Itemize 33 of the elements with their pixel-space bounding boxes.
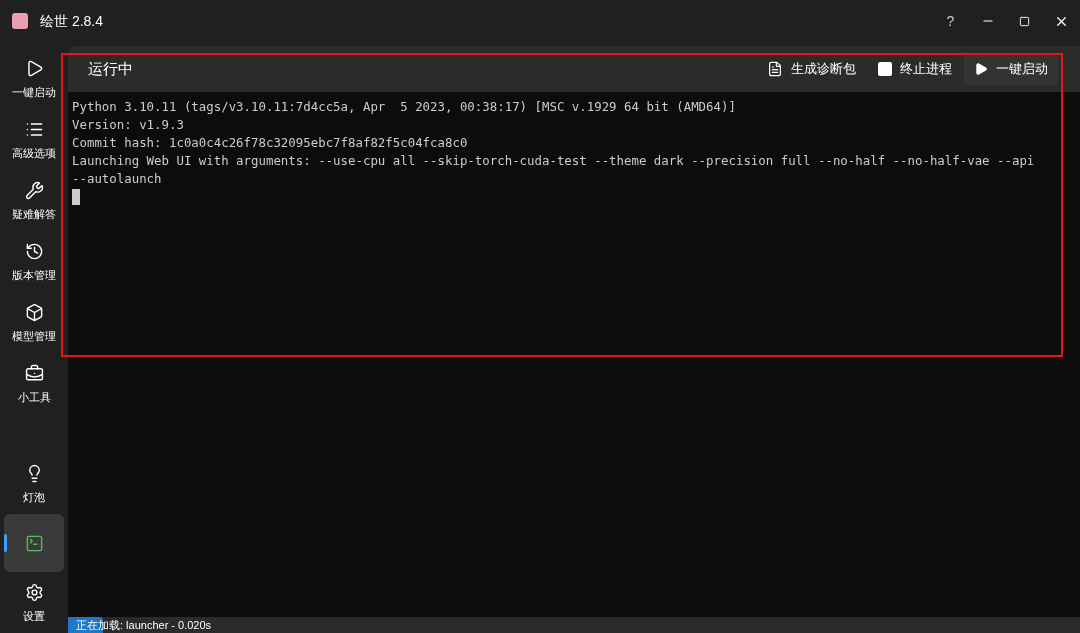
console-line: Commit hash: 1c0a0c4c26f78c32095ebc7f8af82f5c04fca8c0 <box>72 134 468 152</box>
console-line: Version: v1.9.3 <box>72 116 184 134</box>
selection-indicator <box>4 534 7 552</box>
toolbar-button[interactable]: 终止进程 <box>868 53 962 85</box>
cube-icon <box>24 303 44 322</box>
sidebar-item[interactable]: 一键启动 <box>4 48 64 109</box>
maximize-icon <box>1019 15 1030 27</box>
sidebar-item[interactable]: 灯泡 <box>4 453 64 514</box>
status-title: 运行中 <box>88 58 133 79</box>
list-icon <box>24 120 44 139</box>
console-line: --autolaunch <box>72 170 162 188</box>
sidebar-item[interactable]: 小工具 <box>4 353 64 414</box>
sidebar-item[interactable] <box>4 514 64 572</box>
toolbox-icon <box>24 364 44 383</box>
sidebar-item[interactable]: 模型管理 <box>4 292 64 353</box>
square-icon <box>878 62 892 76</box>
play-icon <box>974 62 988 76</box>
sidebar-item[interactable]: 版本管理 <box>4 231 64 292</box>
toolbar-button[interactable]: 生成诊断包 <box>757 53 866 85</box>
window-title: 绘世 2.8.4 <box>40 11 104 31</box>
sidebar-item[interactable]: 高级选项 <box>4 109 64 170</box>
sidebar-item[interactable]: 设置 <box>4 572 64 633</box>
console-line: Launching Web UI with arguments: --use-cpu all --skip-torch-cuda-test --theme dark --precision full --no-half --no-half-vae --api <box>72 152 1035 170</box>
document-icon <box>767 61 783 77</box>
terminal-icon <box>24 533 44 553</box>
app-logo-icon <box>12 13 28 29</box>
sidebar-item[interactable]: 疑难解答 <box>4 170 64 231</box>
help-button[interactable]: ? <box>932 5 969 37</box>
settings-icon <box>24 583 44 602</box>
history-icon <box>24 242 44 261</box>
toolbar-button[interactable]: 一键启动 <box>964 53 1058 85</box>
console-line: Python 3.10.11 (tags/v3.10.11:7d4cc5a, Apr 5 2023, 00:38:17) [MSC v.1929 64 bit (AMD64)] <box>72 98 736 116</box>
tools-icon <box>24 181 44 200</box>
